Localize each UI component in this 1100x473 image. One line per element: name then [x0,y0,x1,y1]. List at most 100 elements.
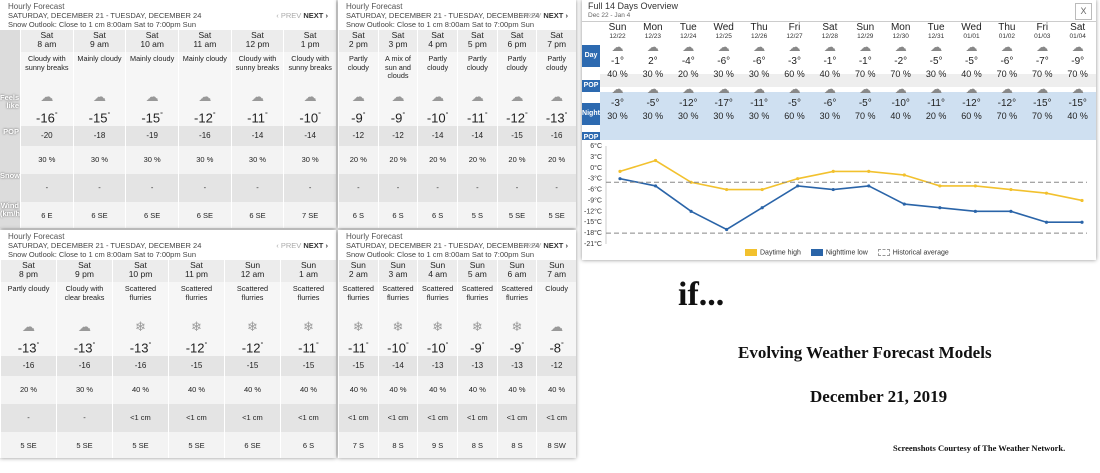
day-column: Fri 12/27 ☁ -3° 60 % ☁ -5° 60 % [777,22,812,122]
hourly-panel-3: Hourly Forecast SATURDAY, DECEMBER 21 - T… [0,230,336,458]
data-point [725,187,729,192]
row-label-night: Night [582,103,600,125]
temperature: -13° [57,336,112,356]
night-pop: 30 % [713,111,734,121]
day-pop: 70 % [996,69,1018,79]
feels-like: -20 [21,126,73,146]
snow-value: - [126,174,178,202]
panel-title: Hourly Forecast [8,2,65,11]
day-column: Fri 01/03 ☁ -7° 70 % ☁ -15° 70 % [1025,22,1060,122]
day-name: Tue [927,22,945,33]
hour-header: Sat 11 am [179,30,231,52]
prev-button[interactable]: ‹ PREV [276,241,301,250]
night-low-value: -15 [1033,98,1048,109]
prev-button[interactable]: ‹ PREV [516,11,541,20]
next-button[interactable]: NEXT › [543,241,568,250]
day-high-value: -4 [681,56,691,67]
snow-cloud-icon: ❄ [113,318,168,336]
day-pop: 40 % [607,69,628,79]
hour-column: Sat 12 pm Cloudy with sunny breaks ☁ -11° -14… [230,30,284,228]
day-date: 12/27 [786,33,803,40]
temperature-value: -9 [509,340,522,356]
prev-button[interactable]: ‹ PREV [276,11,301,20]
hour-time: 1 am [299,269,318,279]
next-button[interactable]: NEXT › [543,11,568,20]
hour-time: 12 pm [245,39,270,49]
night-low: -3° [611,98,624,109]
condition-text: Mainly cloudy [179,52,231,88]
next-label[interactable]: NEXT [303,11,323,20]
row-label: Feels like [0,93,20,110]
snow-cloud-icon: ❄ [418,318,457,336]
temperature: -13° [113,336,168,356]
prev-label[interactable]: PREV [281,241,301,250]
hour-header: Sat 9 pm [57,260,112,282]
day-date: 01/02 [998,33,1016,40]
weather-icon: ☁ [894,40,907,54]
hour-column: Sun 3 am Scattered flurries ❄ -10° -14 40 % <1 … [377,260,418,458]
day-date: 12/31 [927,33,945,40]
panel-header: Hourly Forecast SATURDAY, DECEMBER 21 - T… [0,0,336,30]
temperature: -8° [537,336,576,356]
weather-icon: ☁ [965,40,978,54]
day-name: Wed [713,22,734,33]
feels-like: -14 [418,126,457,146]
day-high: -6° [752,56,766,67]
cloud-icon: ☁ [126,88,178,106]
pop-value: 40 % [378,376,418,404]
condition-text: Scattered flurries [113,282,168,318]
next-label[interactable]: NEXT [543,11,563,20]
pop-value: 40 % [169,376,224,404]
snow-cloud-icon: ❄ [378,318,418,336]
day-column: Thu 01/02 ☁ -6° 70 % ☁ -12° 70 % [989,22,1024,122]
data-point [796,184,800,188]
prev-label[interactable]: PREV [521,241,541,250]
next-label[interactable]: NEXT [303,241,323,250]
y-tick-label: -3°C [588,175,602,183]
night-low-value: -15 [1068,98,1083,109]
day-pop: 40 % [961,69,982,79]
row-label-pop: POP [582,80,600,92]
degree-symbol: ° [362,112,366,119]
hour-column: Sun 6 am Scattered flurries ❄ -9° -13 40 % <1 c… [496,260,537,458]
close-button[interactable]: X [1075,3,1092,20]
next-button[interactable]: NEXT › [303,11,328,20]
prev-label[interactable]: PREV [521,11,541,20]
pop-value: 30 % [73,146,126,174]
next-label[interactable]: NEXT [543,241,563,250]
day-high-value: 2 [648,56,654,67]
degree-symbol: ° [92,342,96,349]
wind-value: 5 SE [169,432,224,458]
hour-header: Sun 12 am [225,260,280,282]
day-high: -5° [929,56,943,67]
y-tick-label: -15°C [584,218,602,226]
cloud-icon: ☁ [231,88,284,106]
condition-text: Scattered flurries [497,282,537,318]
row-label: Wind (km/h) [0,201,23,218]
night-low: -12° [997,98,1017,109]
condition-text: Scattered flurries [339,282,378,318]
pop-value: 40 % [281,376,336,404]
cloud-icon: ☁ [57,318,112,336]
day-column: Tue 12/24 ☁ -4° 20 % ☁ -12° 30 % [671,22,706,122]
day-high: -6° [1000,56,1014,67]
temperature: -9° [458,336,497,356]
snow-value: <1 cm [458,404,497,432]
night-low: -15° [1033,98,1052,109]
overview-header: Full 14 Days Overview Dec 22 - Jan 4 X [582,0,1096,22]
night-low-value: -11 [927,98,941,109]
hour-header: Sat 4 pm [418,30,457,52]
pager: ‹ PREV NEXT › [276,11,328,20]
night-low: -5° [646,98,660,109]
wind-value: 9 S [418,432,457,458]
legend-low-swatch [810,249,823,256]
night-low-value: -12 [997,98,1013,109]
degree-symbol: ° [260,342,264,349]
day-pop: 30 % [925,69,947,79]
prev-button[interactable]: ‹ PREV [516,241,541,250]
prev-label[interactable]: PREV [281,11,301,20]
day-high-value: -5 [929,56,939,67]
hour-time: 8 pm [19,269,38,279]
snow-cloud-icon: ❄ [458,318,497,336]
next-button[interactable]: NEXT › [303,241,328,250]
